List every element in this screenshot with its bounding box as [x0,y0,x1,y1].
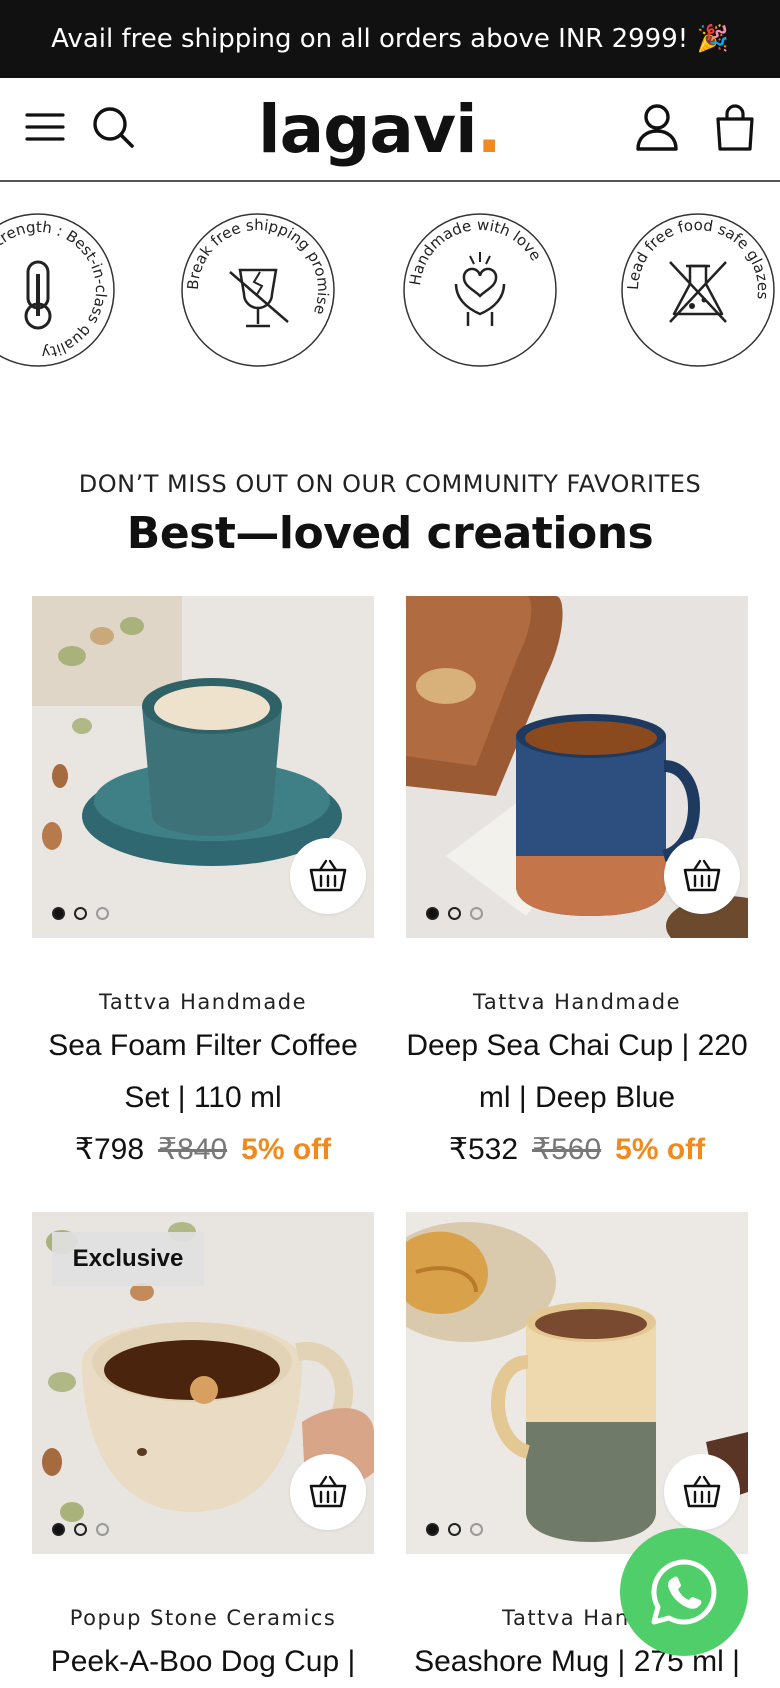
section-eyebrow: DON’T MISS OUT ON OUR COMMUNITY FAVORITE… [78,470,702,498]
product-title[interactable]: Sea Foam Filter Coffee Set | 110 ml [32,1020,374,1124]
product-image[interactable]: Exclusive [32,1212,374,1554]
product-price: ₹798 ₹840 5% off [32,1124,374,1176]
svg-text:Break free shipping promise: Break free shipping promise [184,216,333,317]
no-lead-flask-icon [669,261,727,323]
whatsapp-icon [651,1559,717,1625]
best-in-class-quality-badge: High Strength : Best-in-class quality [0,213,115,367]
add-to-cart-button[interactable] [664,1454,740,1530]
exclusive-badge: Exclusive [52,1232,204,1286]
announcement-bar: Avail free shipping on all orders above … [0,0,780,78]
basket-icon [683,859,721,892]
product-vendor: Tattva Handmade [472,990,682,1014]
svg-text:High Strength : Best-in-class: High Strength : Best-in-class quality [0,218,110,362]
discount-label: 5% off [615,1133,706,1166]
product-card[interactable]: Tattva Handmade Sea Foam Filter Coffee S… [32,596,374,1176]
compare-price: ₹840 [158,1133,228,1166]
site-logo[interactable]: lagavi. [258,97,502,163]
product-image[interactable] [406,1212,748,1554]
hands-heart-icon [454,252,506,326]
badge-text-lead-free: Lead free food safe glazes [624,216,772,300]
feature-badges-strip: High Strength : Best-in-class quality Br… [0,182,780,382]
site-header: lagavi. [0,78,780,182]
product-card[interactable]: Exclusive Popup Stone Ceramics Peek-A-Bo… [32,1212,374,1688]
break-free-shipping-badge: Break free shipping promise [181,213,335,367]
product-card[interactable]: Tattva Handmade Deep Sea Chai Cup | 220 … [406,596,748,1176]
logo-dot: . [476,91,502,168]
menu-icon[interactable] [20,102,70,152]
badge-text-quality: High Strength : Best-in-class quality [0,218,110,362]
sale-price: ₹532 [448,1133,518,1166]
badge-text-shipping: Break free shipping promise [184,216,333,317]
basket-icon [309,1475,347,1508]
product-vendor: Popup Stone Ceramics [69,1606,337,1630]
broken-glass-icon [229,268,289,328]
cart-bag-icon[interactable] [710,102,760,152]
whatsapp-chat-button[interactable] [620,1528,748,1656]
basket-icon [309,859,347,892]
search-icon[interactable] [88,102,138,152]
product-image[interactable] [32,596,374,938]
image-pagination-dots[interactable] [426,1523,483,1536]
add-to-cart-button[interactable] [664,838,740,914]
announcement-text: Avail free shipping on all orders above … [51,24,729,54]
handmade-with-love-badge: Handmade with love [403,213,557,367]
basket-icon [683,1475,721,1508]
badge-text-handmade: Handmade with love [406,216,545,287]
compare-price: ₹560 [532,1133,602,1166]
section-title: Best—loved creations [126,508,654,559]
product-vendor: Tattva Handmade [98,990,308,1014]
svg-text:Lead free food safe glazes: Lead free food safe glazes [624,216,772,300]
product-price: ₹532 ₹560 5% off [406,1124,748,1176]
svg-text:Handmade with love: Handmade with love [406,216,545,287]
image-pagination-dots[interactable] [52,907,109,920]
discount-label: 5% off [241,1133,332,1166]
thermometer-icon [24,260,52,330]
product-title[interactable]: Deep Sea Chai Cup | 220 ml | Deep Blue [406,1020,748,1124]
product-title[interactable]: Peek-A-Boo Dog Cup | [32,1636,374,1688]
lead-free-glazes-badge: Lead free food safe glazes [621,213,775,367]
sale-price: ₹798 [74,1133,144,1166]
image-pagination-dots[interactable] [52,1523,109,1536]
add-to-cart-button[interactable] [290,838,366,914]
account-icon[interactable] [632,102,682,152]
image-pagination-dots[interactable] [426,907,483,920]
product-image[interactable] [406,596,748,938]
add-to-cart-button[interactable] [290,1454,366,1530]
logo-text: lagavi [258,91,478,168]
